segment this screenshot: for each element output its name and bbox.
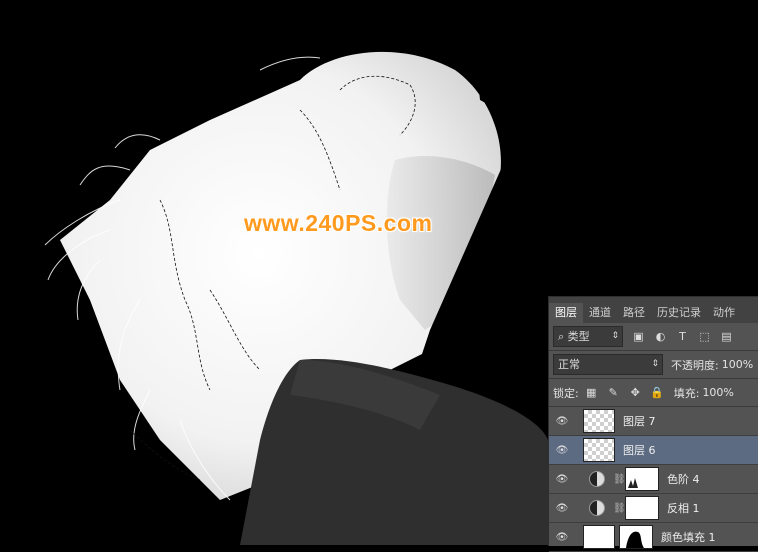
layer-mask-thumbnail [625, 496, 659, 520]
filter-kind-value: 类型 [567, 330, 590, 343]
filter-kind-select[interactable]: ⌕ 类型 ⇕ [553, 326, 623, 347]
fill-layer-thumbnail [583, 525, 615, 549]
chevron-updown-icon: ⇕ [651, 359, 659, 369]
layers-panel: 图层 通道 路径 历史记录 动作 ⌕ 类型 ⇕ ▣ ◐ T ⬚ ▤ 正常 ⇕ 不… [548, 296, 758, 552]
layer-row-selected[interactable]: 👁 图层 6 [549, 436, 758, 465]
image-filter-icon[interactable]: ▣ [632, 330, 645, 343]
blend-mode-select[interactable]: 正常 ⇕ [553, 354, 663, 375]
fill-label: 填充: [673, 386, 700, 400]
layer-thumbnail [583, 409, 615, 433]
smart-object-filter-icon[interactable]: ▤ [720, 330, 733, 343]
layer-mask-thumbnail [625, 467, 659, 491]
adjustment-filter-icon[interactable]: ◐ [654, 330, 667, 343]
link-icon: ⛓ [613, 502, 626, 514]
blend-mode-value: 正常 [558, 358, 580, 371]
layer-row[interactable]: 👁 图层 7 [549, 407, 758, 436]
lock-label: 锁定: [553, 386, 579, 400]
layer-row[interactable]: 👁 ⛓ 色阶 4 [549, 465, 758, 494]
search-icon: ⌕ [558, 330, 565, 343]
layer-row[interactable]: 👁 颜色填充 1 [549, 523, 758, 552]
watermark-text: www.240PS.com [244, 210, 433, 236]
adjustment-layer-icon [589, 500, 605, 516]
shape-filter-icon[interactable]: ⬚ [698, 330, 711, 343]
tab-actions[interactable]: 动作 [707, 303, 741, 323]
eye-icon[interactable]: 👁 [549, 416, 575, 427]
layer-row[interactable]: 👁 ⛓ 反相 1 [549, 494, 758, 523]
link-icon: ⛓ [613, 473, 626, 485]
tab-layers[interactable]: 图层 [549, 303, 583, 323]
filter-row: ⌕ 类型 ⇕ ▣ ◐ T ⬚ ▤ [549, 323, 758, 351]
tab-history[interactable]: 历史记录 [651, 303, 707, 323]
eye-icon[interactable]: 👁 [549, 445, 575, 456]
opacity-label: 不透明度: [671, 358, 719, 372]
adjustment-layer-icon [589, 471, 605, 487]
tab-paths[interactable]: 路径 [617, 303, 651, 323]
layer-thumbnail [583, 438, 615, 462]
eye-icon[interactable]: 👁 [549, 532, 575, 543]
layer-mask-thumbnail [619, 525, 653, 549]
eye-icon[interactable]: 👁 [549, 503, 575, 514]
lock-row: 锁定: ▦ ✎ ✥ 🔒 填充: 100% [549, 379, 758, 407]
lock-transparent-icon[interactable]: ▦ [585, 386, 598, 399]
layer-name: 反相 1 [667, 502, 700, 515]
lock-move-icon[interactable]: ✥ [629, 386, 642, 399]
layer-name: 色阶 4 [667, 473, 700, 486]
layer-name: 图层 7 [623, 415, 656, 428]
chevron-updown-icon: ⇕ [611, 331, 619, 341]
layer-name: 图层 6 [623, 444, 656, 457]
blend-row: 正常 ⇕ 不透明度: 100% [549, 351, 758, 379]
type-filter-icon[interactable]: T [676, 330, 689, 343]
layer-name: 颜色填充 1 [661, 531, 716, 544]
eye-icon[interactable]: 👁 [549, 474, 575, 485]
fill-value[interactable]: 100% [702, 386, 733, 399]
opacity-value[interactable]: 100% [722, 358, 753, 371]
tab-channels[interactable]: 通道 [583, 303, 617, 323]
lock-all-icon[interactable]: 🔒 [650, 386, 664, 399]
panel-tabs: 图层 通道 路径 历史记录 动作 [549, 297, 758, 323]
lock-brush-icon[interactable]: ✎ [607, 386, 620, 399]
